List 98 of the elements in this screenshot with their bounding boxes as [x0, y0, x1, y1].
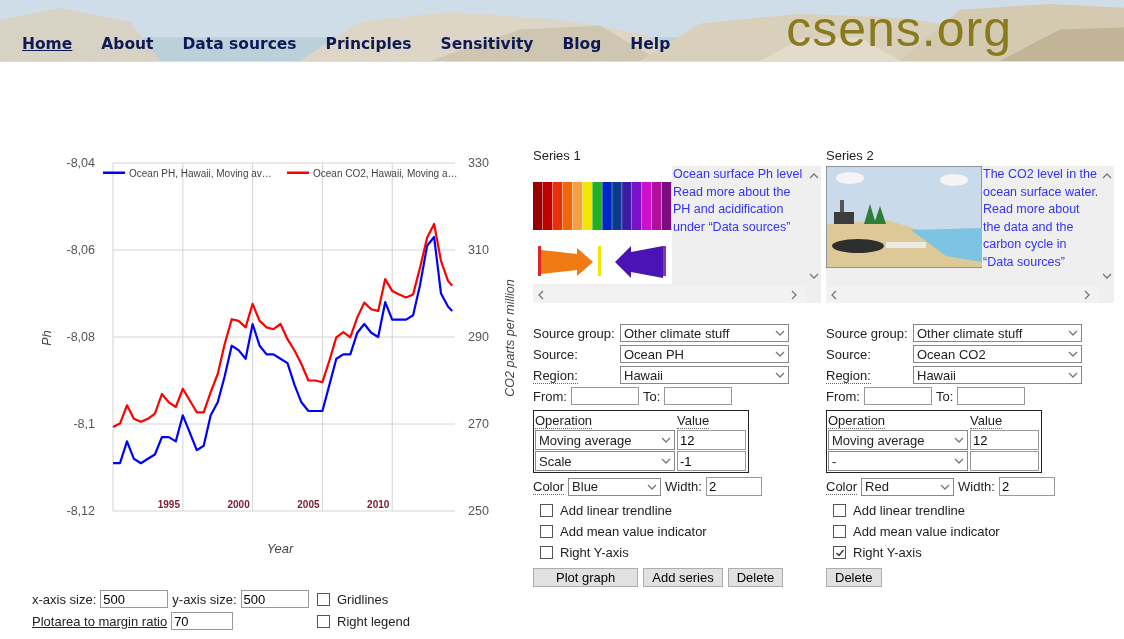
checkbox-label: Right Y-axis	[560, 545, 629, 560]
input-field[interactable]: 12	[677, 430, 746, 450]
action-button[interactable]: Add series	[643, 568, 723, 587]
dropdown[interactable]: Moving average	[828, 430, 968, 450]
dropdown[interactable]: -	[828, 451, 968, 471]
nav-link[interactable]: Help	[630, 35, 671, 53]
x-axis-tick-label: 2000	[227, 499, 250, 510]
legend-label: Ocean PH, Hawaii, Moving av…	[129, 167, 272, 179]
x-axis-tick-label: 1995	[157, 499, 180, 510]
column-header: Value	[677, 412, 710, 429]
y-axis-tick-label: -8,04	[66, 156, 95, 170]
nav-link[interactable]: About	[101, 35, 154, 53]
checkbox-label: Gridlines	[337, 591, 389, 607]
checkbox-label: Right legend	[337, 613, 410, 629]
dropdown[interactable]: Ocean PH	[620, 345, 789, 363]
checkbox[interactable]	[317, 614, 330, 628]
checkbox[interactable]	[833, 546, 846, 559]
nav-link[interactable]: Principles	[325, 35, 412, 53]
x-axis-tick-label: 2005	[297, 499, 320, 510]
field-label: From:	[533, 388, 567, 404]
field-label: Width:	[665, 479, 702, 494]
y-axis-tick-label: 330	[468, 156, 489, 170]
column-header: Value	[970, 412, 1003, 429]
dropdown[interactable]: Ocean CO2	[913, 345, 1082, 363]
input-field[interactable]	[970, 451, 1039, 471]
y-axis-tick-label: -8,1	[73, 417, 95, 431]
dropdown[interactable]: Scale	[535, 451, 675, 471]
field-label: x-axis size:	[32, 591, 97, 607]
checkbox[interactable]	[833, 504, 846, 517]
dropdown[interactable]: Blue	[568, 477, 662, 496]
field-label: Color	[533, 478, 565, 495]
input-field[interactable]: 12	[970, 430, 1039, 450]
action-button[interactable]: Delete	[727, 568, 784, 587]
series-title: Series 2	[826, 148, 874, 163]
checkbox-label: Add linear trendline	[560, 503, 673, 518]
action-button[interactable]: Plot graph	[533, 568, 639, 587]
y-axis-tick-label: 250	[468, 504, 489, 518]
description-text: Ocean surface Ph level	[672, 166, 804, 183]
description-text: The CO2 level in the ocean surface water.	[982, 166, 1099, 201]
field-label: Color	[826, 478, 858, 495]
checkbox[interactable]	[540, 525, 553, 538]
checkbox-label: Add mean value indicator	[560, 524, 707, 539]
field-label: From:	[826, 388, 860, 404]
field-label: Source group:	[826, 325, 908, 341]
field-label: To:	[642, 388, 661, 404]
input-field[interactable]	[957, 387, 1026, 405]
nav-link[interactable]: Blog	[562, 35, 602, 53]
column-header: Operation	[535, 413, 593, 429]
input-field[interactable]: -1	[677, 451, 746, 471]
input-field[interactable]	[664, 387, 733, 405]
dropdown[interactable]: Other climate stuff	[620, 324, 789, 342]
checkbox-label: Add mean value indicator	[853, 524, 1000, 539]
field-label: Source:	[826, 346, 871, 362]
field-label: Plotarea to margin ratio	[32, 613, 168, 629]
field-label: Source group:	[533, 325, 615, 341]
checkbox[interactable]	[540, 546, 553, 559]
input-field[interactable]	[863, 387, 932, 405]
x-axis-title: Year	[266, 541, 294, 556]
checkbox[interactable]	[317, 592, 330, 606]
dropdown[interactable]: Other climate stuff	[913, 324, 1082, 342]
input-field[interactable]: 500	[240, 590, 309, 608]
input-field[interactable]	[570, 387, 639, 405]
y-axis-tick-label: 270	[468, 417, 489, 431]
dropdown[interactable]: Moving average	[535, 430, 675, 450]
y-axis-title: Ph	[40, 330, 54, 346]
description-link[interactable]: Read more about the data and the carbon cycle in “Data sources”	[826, 201, 1099, 272]
field-label: To:	[935, 388, 954, 404]
input-field[interactable]: 2	[998, 477, 1055, 496]
action-button[interactable]: Delete	[826, 568, 882, 587]
y-axis-tick-label: -8,08	[66, 330, 95, 344]
field-label: y-axis size:	[172, 591, 237, 607]
y-axis-tick-label: 310	[468, 243, 489, 257]
checkbox[interactable]	[540, 504, 553, 517]
nav-link[interactable]: Home	[22, 35, 73, 53]
legend-label: Ocean CO2, Hawaii, Moving a…	[313, 167, 458, 179]
checkbox[interactable]	[833, 525, 846, 538]
description-link[interactable]: Read more about the PH and acidification under “Data sources”	[533, 183, 806, 237]
field-label: Region:	[533, 367, 578, 384]
checkbox-label: Right Y-axis	[853, 545, 922, 560]
input-field[interactable]: 2	[705, 477, 762, 496]
y-axis-tick-label: 290	[468, 330, 489, 344]
dropdown[interactable]: Hawaii	[913, 366, 1082, 384]
dropdown[interactable]: Hawaii	[620, 366, 789, 384]
nav-link[interactable]: Sensitivity	[440, 35, 534, 53]
field-label: Source:	[533, 346, 578, 362]
nav-link[interactable]: Data sources	[182, 35, 297, 53]
y-axis-tick-label: -8,06	[66, 243, 95, 257]
y-axis-title: CO2 parts per million	[503, 279, 517, 397]
field-label: Region:	[826, 367, 871, 384]
dropdown[interactable]: Red	[861, 477, 955, 496]
series-title: Series 1	[533, 148, 581, 163]
input-field[interactable]: 500	[100, 590, 169, 608]
y-axis-tick-label: -8,12	[66, 504, 95, 518]
x-axis-tick-label: 2010	[367, 499, 390, 510]
field-label: Width:	[958, 479, 995, 494]
column-header: Operation	[828, 413, 886, 429]
input-field[interactable]: 70	[171, 612, 234, 630]
checkbox-label: Add linear trendline	[853, 503, 966, 518]
